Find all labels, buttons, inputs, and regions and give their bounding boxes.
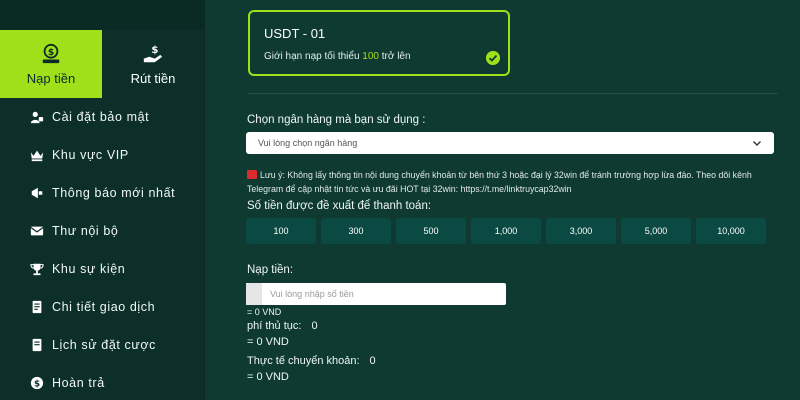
chevron-down-icon <box>753 141 761 146</box>
actual-transfer-row: Thực tế chuyển khoản: 0 <box>247 355 376 367</box>
sidebar-top-strip <box>0 0 205 30</box>
deposit-withdraw-tabs: $ Nạp tiền $ Rút tiền <box>0 30 205 98</box>
sidebar-item-vip[interactable]: Khu vực VIP <box>0 136 205 174</box>
sidebar: $ Nạp tiền $ Rút tiền Cài đặt bảo mật Kh… <box>0 0 205 400</box>
history-icon <box>32 338 42 352</box>
sidebar-item-security[interactable]: Cài đặt bảo mật <box>0 98 205 136</box>
amount-button[interactable]: 500 <box>396 218 466 244</box>
amount-button[interactable]: 1,000 <box>471 218 541 244</box>
vip-crown-icon <box>30 150 44 162</box>
actual-transfer-vnd: = 0 VND <box>247 371 289 383</box>
amount-button[interactable]: 10,000 <box>696 218 766 244</box>
refund-icon: $ <box>30 376 44 390</box>
payment-method-limit: Giới hạn nạp tối thiểu 100 trở lên <box>264 51 494 62</box>
payment-method-card[interactable]: USDT - 01 Giới hạn nạp tối thiểu 100 trở… <box>248 10 510 76</box>
sidebar-item-bet-history[interactable]: Lịch sử đặt cược <box>0 326 205 364</box>
suggested-amounts: 100 300 500 1,000 3,000 5,000 10,000 <box>246 218 766 244</box>
fee-row: phí thủ tục: 0 <box>247 320 318 332</box>
security-icon <box>30 111 44 124</box>
fee-value: 0 <box>311 320 318 332</box>
sidebar-item-label: Khu sự kiện <box>52 262 126 276</box>
deposit-icon: $ <box>42 43 60 63</box>
amount-button[interactable]: 3,000 <box>546 218 616 244</box>
amount-button[interactable]: 5,000 <box>621 218 691 244</box>
svg-text:$: $ <box>48 46 54 57</box>
tab-deposit-label: Nạp tiền <box>26 70 76 86</box>
payment-method-title: USDT - 01 <box>264 26 326 41</box>
suggested-amount-label: Số tiền được đề xuất để thanh toán: <box>247 200 432 212</box>
limit-text-before: Giới hạn nạp tối thiểu <box>264 51 360 62</box>
svg-text:$: $ <box>151 45 158 56</box>
withdraw-icon: $ <box>143 45 163 62</box>
limit-text-after: trở lên <box>381 51 411 62</box>
actual-transfer-value: 0 <box>369 355 376 367</box>
deposit-amount-field <box>246 283 506 305</box>
warning-icon <box>247 170 257 179</box>
fee-vnd: = 0 VND <box>247 336 289 348</box>
sidebar-item-label: Thư nội bộ <box>52 224 119 238</box>
svg-text:$: $ <box>34 380 40 390</box>
notification-icon <box>31 187 43 199</box>
tab-withdraw[interactable]: $ Rút tiền <box>102 30 204 98</box>
transaction-icon <box>32 300 42 314</box>
section-divider <box>248 93 778 94</box>
trophy-icon <box>30 263 44 276</box>
bank-select-value: Vui lòng chọn ngân hàng <box>258 138 358 148</box>
limit-amount: 100 <box>362 51 379 62</box>
sidebar-item-label: Thông báo mới nhất <box>52 186 176 200</box>
check-icon <box>486 51 500 65</box>
warning-text: Lưu ý: Không lấy thông tin nội dung chuy… <box>247 170 752 194</box>
tab-deposit[interactable]: $ Nạp tiền <box>0 30 102 98</box>
sidebar-item-transactions[interactable]: Chi tiết giao dịch <box>0 288 205 326</box>
converted-amount: = 0 VND <box>247 307 282 317</box>
bank-select[interactable]: Vui lòng chọn ngân hàng <box>246 132 774 154</box>
sidebar-item-notifications[interactable]: Thông báo mới nhất <box>0 174 205 212</box>
sidebar-item-label: Hoàn trả <box>52 376 105 390</box>
tab-withdraw-label: Rút tiền <box>130 70 176 86</box>
sidebar-item-label: Chi tiết giao dịch <box>52 300 156 314</box>
sidebar-menu: Cài đặt bảo mật Khu vực VIP Thông báo mớ… <box>0 98 205 400</box>
sidebar-item-events[interactable]: Khu sự kiện <box>0 250 205 288</box>
actual-transfer-label: Thực tế chuyển khoản: <box>247 355 360 367</box>
input-prefix <box>246 283 262 305</box>
sidebar-item-label: Lịch sử đặt cược <box>52 338 157 352</box>
sidebar-item-refund[interactable]: $ Hoàn trả <box>0 364 205 400</box>
sidebar-item-mail[interactable]: Thư nội bộ <box>0 212 205 250</box>
main-content: USDT - 01 Giới hạn nạp tối thiểu 100 trở… <box>206 0 800 400</box>
amount-button[interactable]: 300 <box>321 218 391 244</box>
fee-label: phí thủ tục: <box>247 320 302 332</box>
deposit-amount-label: Nạp tiền: <box>247 264 294 276</box>
mail-icon <box>30 226 44 236</box>
bank-select-label: Chọn ngân hàng mà bạn sử dụng : <box>247 114 426 126</box>
sidebar-item-label: Cài đặt bảo mật <box>52 110 150 124</box>
deposit-amount-input[interactable] <box>262 283 506 305</box>
amount-button[interactable]: 100 <box>246 218 316 244</box>
sidebar-item-label: Khu vực VIP <box>52 148 129 162</box>
warning-notice: Lưu ý: Không lấy thông tin nội dung chuy… <box>247 168 782 196</box>
